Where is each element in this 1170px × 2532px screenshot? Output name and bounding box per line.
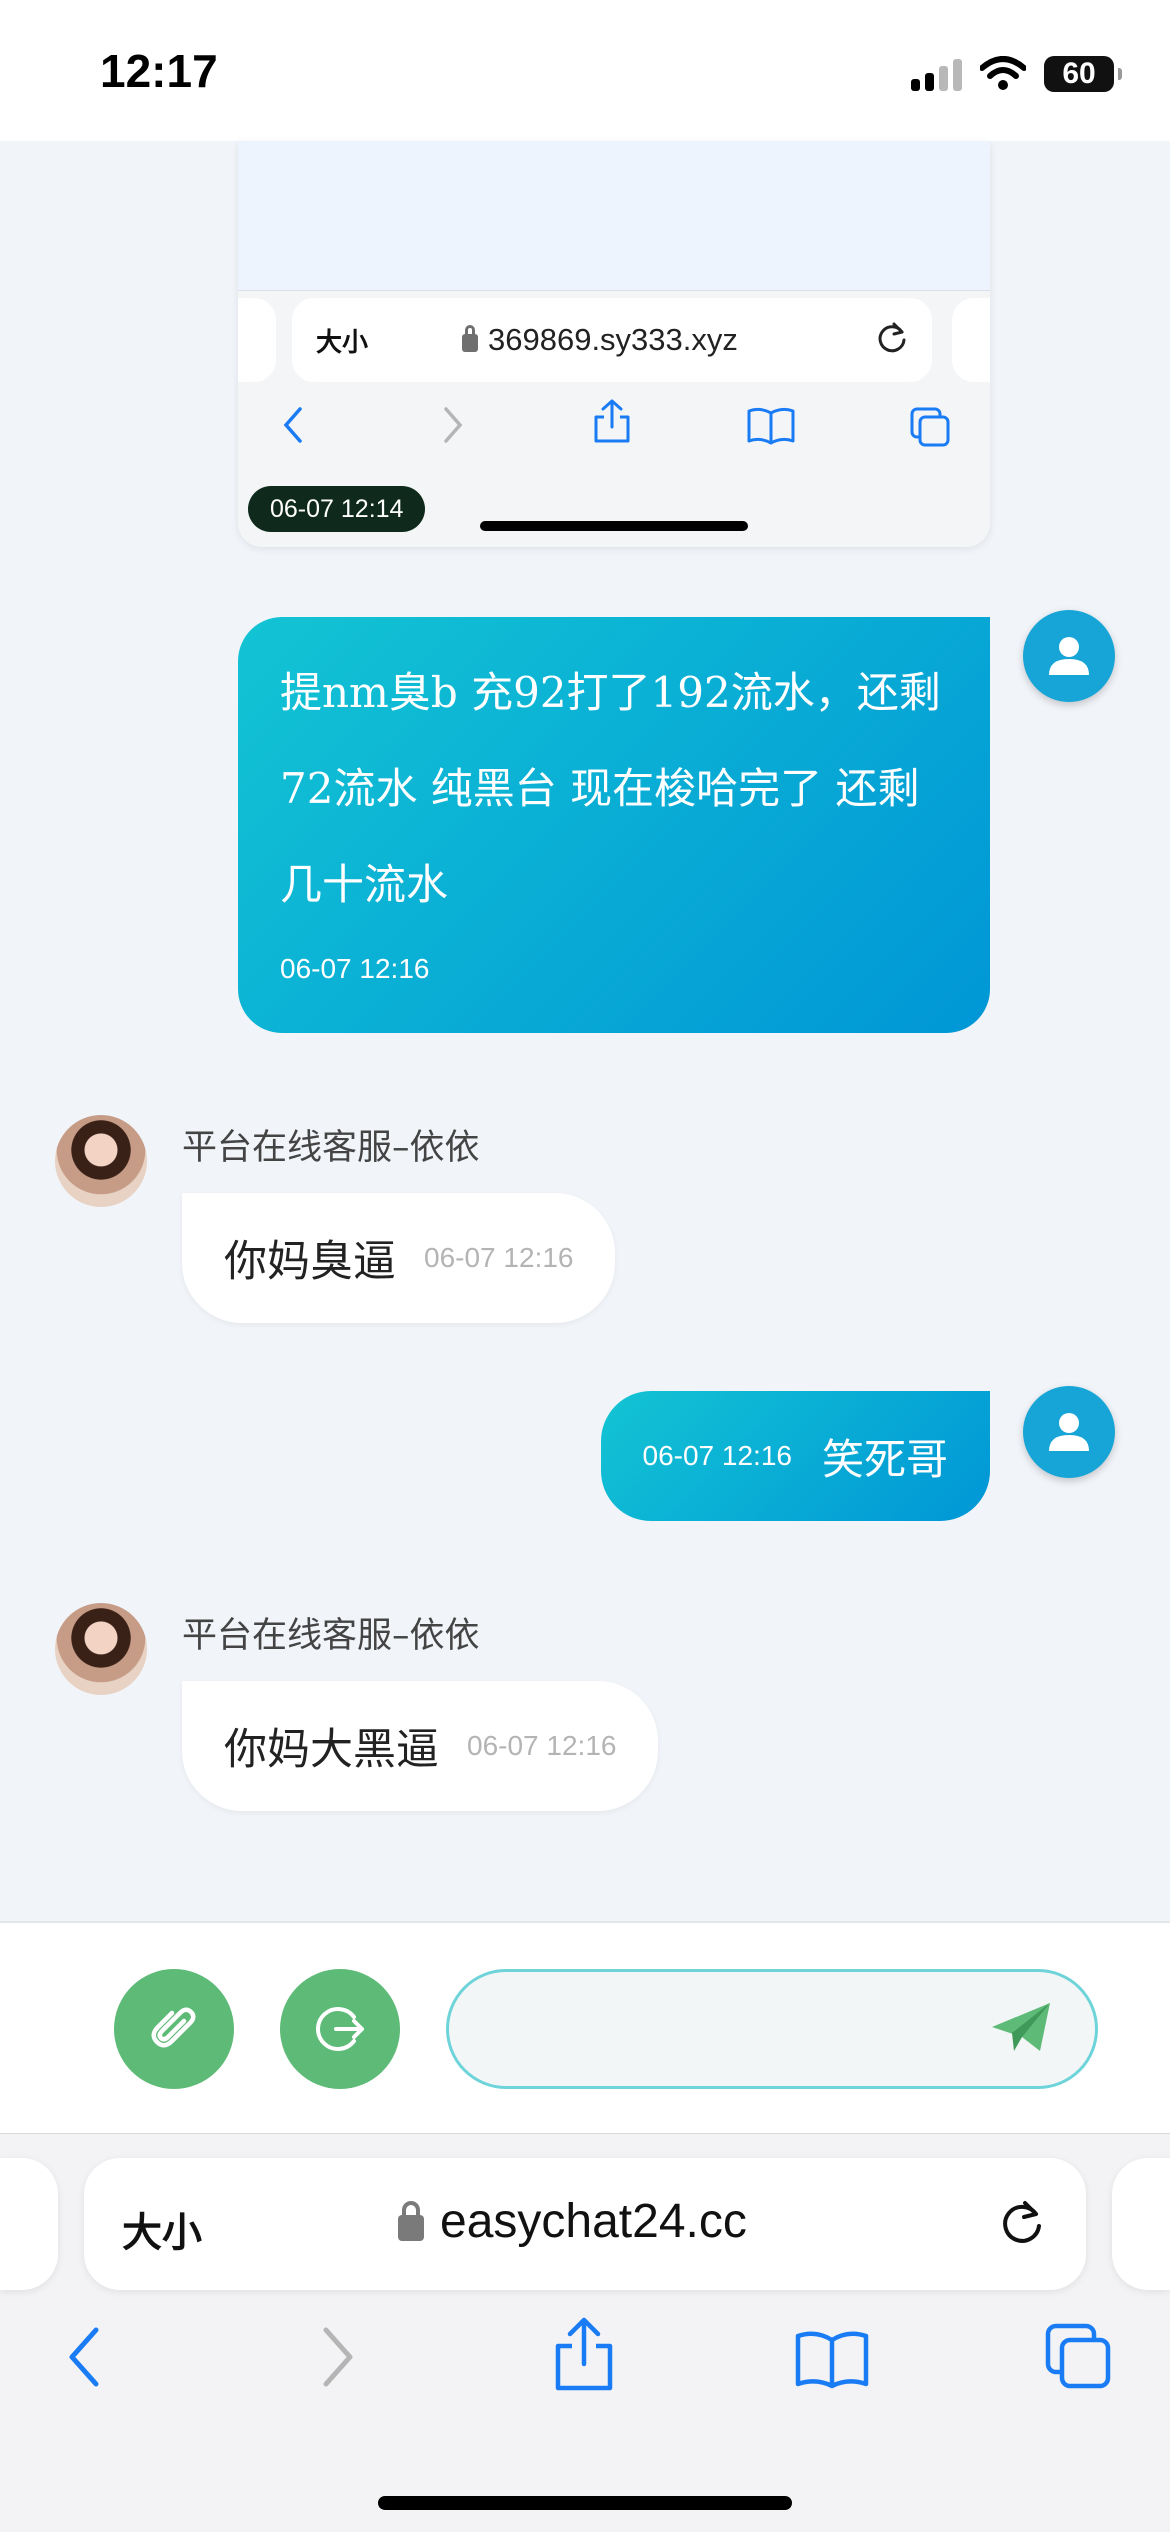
screenshot-aa-label: 大小 [316, 327, 369, 358]
browser-toolbar: 大小 easychat24.cc [0, 2133, 1170, 2532]
send-button[interactable] [990, 1999, 1054, 2059]
screenshot-domain: 369869.sy333.xyz [488, 322, 738, 357]
user-avatar[interactable] [1023, 610, 1115, 702]
user-message-bubble[interactable]: 提nm臭b 充92打了192流水，还剩72流水 纯黑台 现在梭哈完了 还剩几十流… [238, 617, 990, 1033]
lock-icon [462, 325, 478, 352]
screenshot-nav [238, 391, 990, 461]
message-text: 你妈大黑逼 [224, 1725, 439, 1775]
message-time: 06-07 12:16 [424, 1242, 574, 1273]
wifi-icon [980, 56, 1026, 90]
user-icon [1049, 1413, 1089, 1451]
send-icon [992, 2003, 1050, 2051]
home-indicator [378, 2496, 792, 2510]
agent-message-bubble[interactable]: 你妈臭逼 06-07 12:16 [182, 1193, 616, 1323]
bookmarks-icon [747, 407, 795, 445]
message-time: 06-07 12:16 [467, 1730, 617, 1761]
agent-name: 平台在线客服–依依 [182, 1128, 480, 1168]
message-text: 你妈臭逼 [224, 1237, 396, 1287]
tabs-icon[interactable] [1044, 2322, 1114, 2392]
reload-icon[interactable] [996, 2198, 1048, 2250]
screenshot-image-message[interactable]: 大小 369869.sy333.xyz 06-07 12:14 [238, 141, 990, 547]
chat-area[interactable]: 大小 369869.sy333.xyz 06-07 12:14 提nm臭b 充9… [0, 141, 1170, 1921]
tabs-icon [910, 407, 950, 447]
bookmarks-icon[interactable] [794, 2328, 870, 2390]
forward-icon[interactable] [318, 2324, 358, 2390]
attachment-icon [151, 2007, 196, 2048]
back-icon [283, 407, 302, 443]
user-avatar[interactable] [1023, 1386, 1115, 1478]
screenshot-timestamp: 06-07 12:14 [248, 486, 426, 532]
user-icon [1049, 637, 1089, 675]
page-settings-button[interactable]: 大小 [122, 2200, 202, 2258]
next-tab-pill[interactable] [1112, 2158, 1170, 2290]
agent-avatar[interactable] [55, 1115, 147, 1207]
battery-icon: 60 [1044, 56, 1122, 92]
exit-chat-button[interactable] [280, 1969, 400, 2089]
user-message-bubble[interactable]: 06-07 12:16 笑死哥 [600, 1391, 990, 1521]
share-icon [594, 399, 630, 443]
logout-icon [316, 2007, 364, 2051]
previous-tab-pill[interactable] [0, 2158, 58, 2290]
status-time: 12:17 [100, 45, 218, 97]
agent-avatar[interactable] [55, 1603, 147, 1695]
message-text: 笑死哥 [821, 1434, 948, 1484]
screenshot-home-indicator [480, 521, 748, 531]
battery-level: 60 [1062, 57, 1096, 90]
agent-name: 平台在线客服–依依 [182, 1616, 480, 1656]
reload-icon [878, 322, 906, 353]
message-time: 06-07 12:16 [642, 1440, 792, 1471]
address-domain: easychat24.cc [440, 2195, 747, 2248]
forward-icon [444, 407, 463, 443]
status-icons: 60 [911, 52, 1122, 96]
message-text: 提nm臭b 充92打了192流水，还剩72流水 纯黑台 现在梭哈完了 还剩几十流… [280, 668, 941, 909]
status-bar: 12:17 60 [0, 0, 1170, 141]
agent-message-bubble[interactable]: 你妈大黑逼 06-07 12:16 [182, 1681, 659, 1811]
lock-icon [398, 2200, 424, 2241]
screenshot-url-bar: 大小 369869.sy333.xyz [292, 298, 932, 382]
back-icon[interactable] [64, 2324, 104, 2390]
share-icon[interactable] [552, 2314, 616, 2394]
message-time: 06-07 12:16 [280, 953, 430, 984]
cellular-signal-icon [911, 57, 962, 91]
address-bar[interactable]: 大小 easychat24.cc [84, 2158, 1086, 2290]
message-composer [0, 1921, 1170, 2133]
attach-button[interactable] [114, 1969, 234, 2089]
